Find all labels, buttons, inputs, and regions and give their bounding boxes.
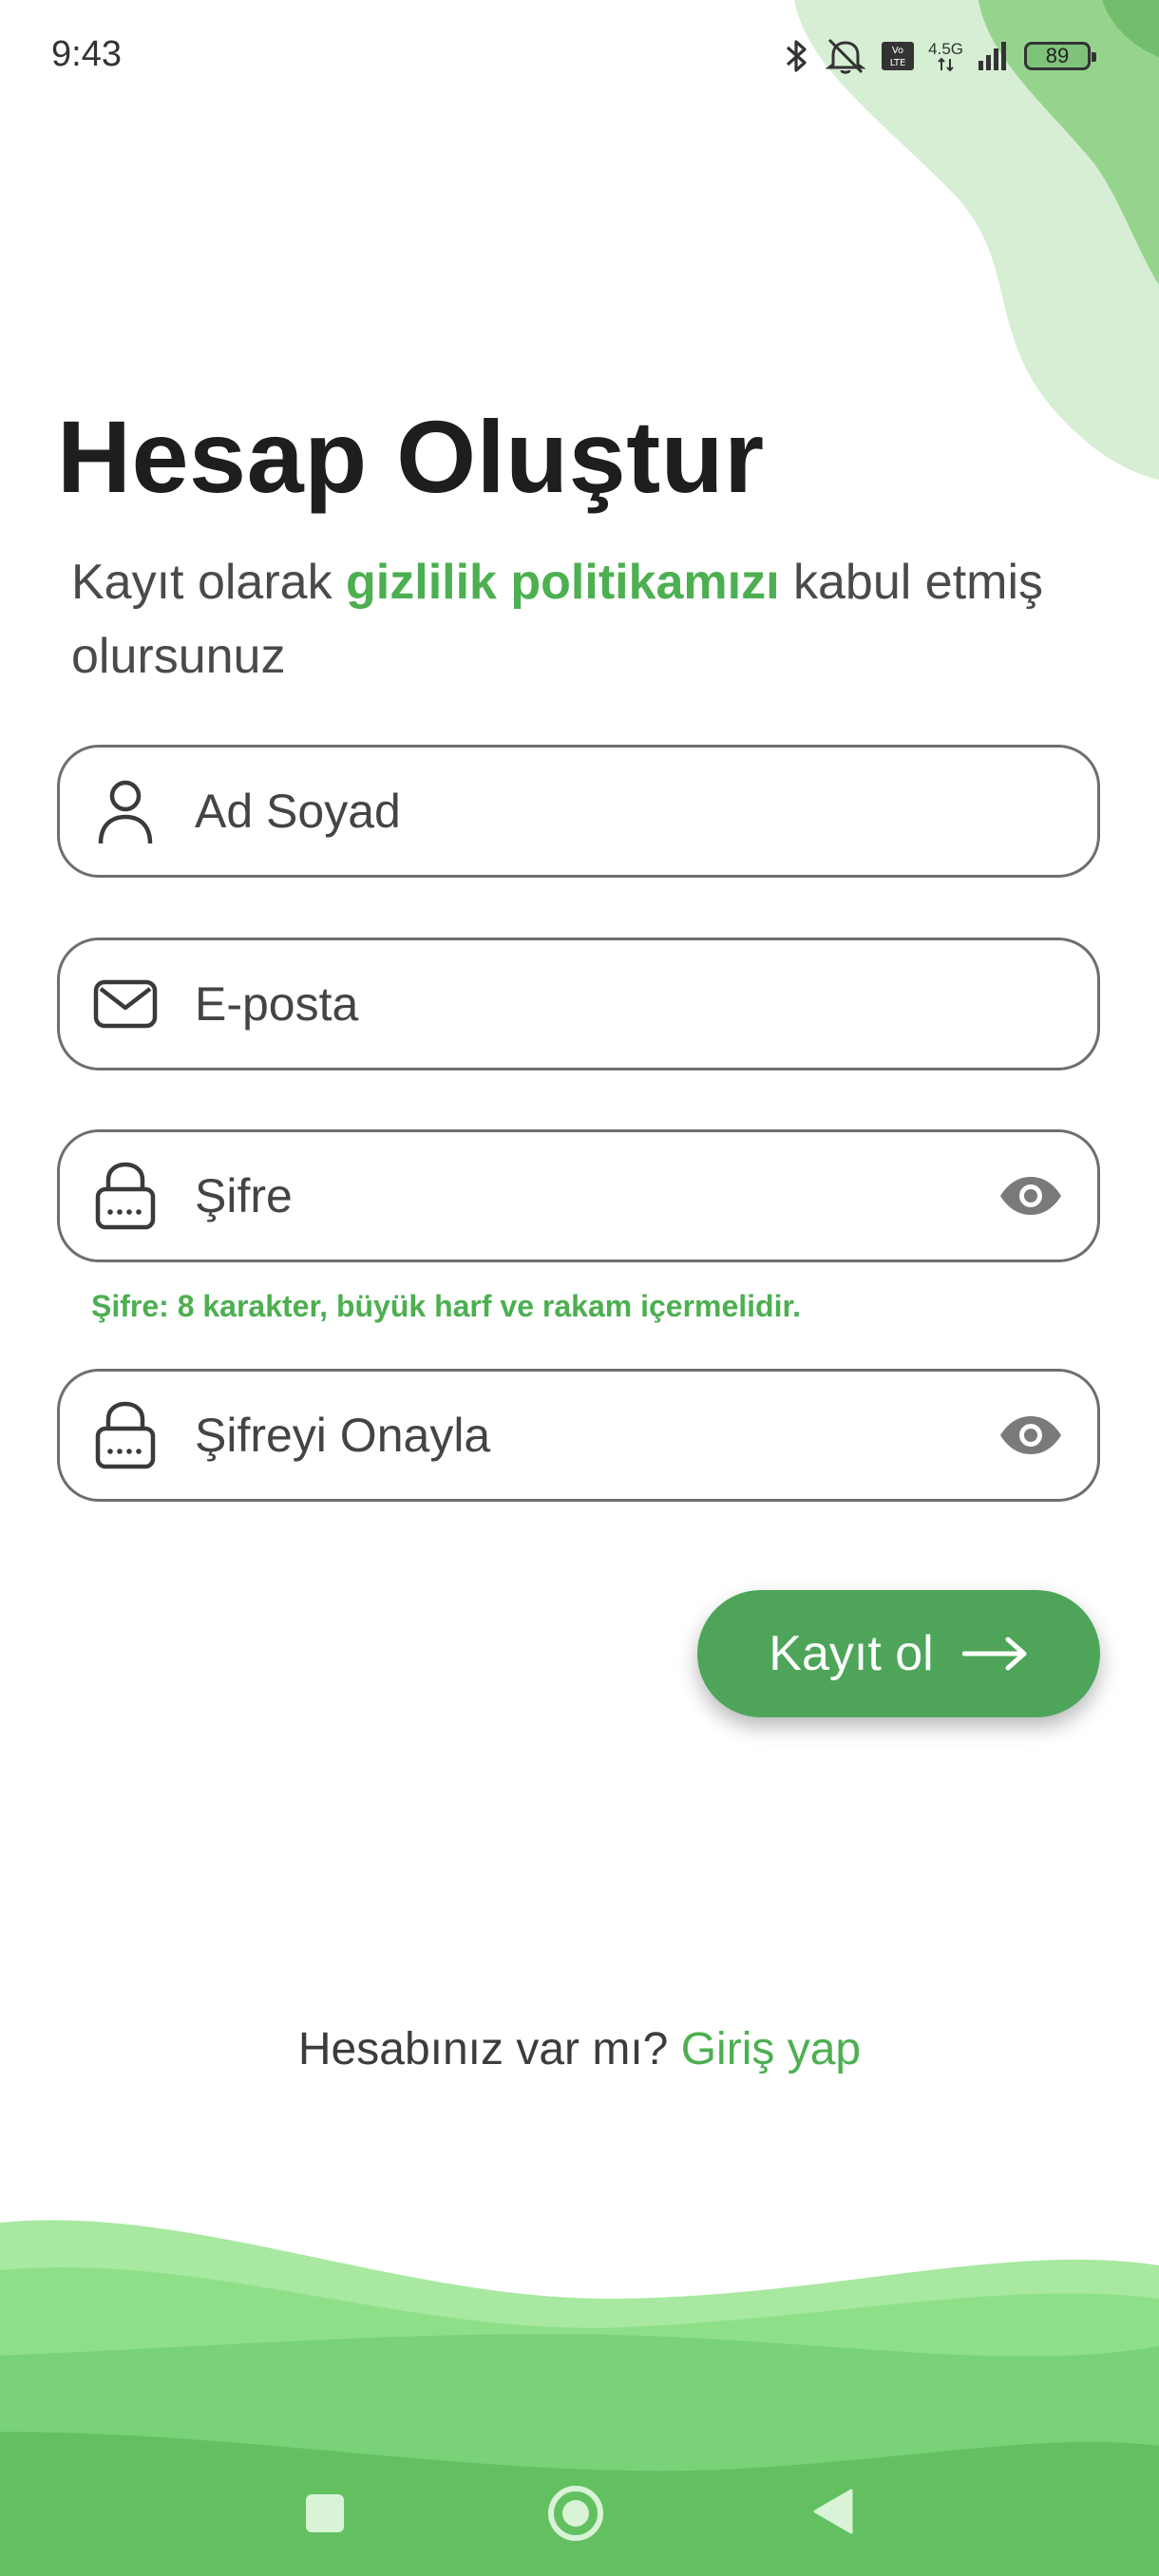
signal-icon	[978, 42, 1006, 70]
confirm-password-field[interactable]: Şifreyi Onayla	[57, 1369, 1100, 1502]
login-question: Hesabınız var mı?	[297, 2024, 681, 2074]
privacy-policy-link[interactable]: gizlilik politikamızı	[346, 555, 780, 610]
back-icon[interactable]	[804, 2483, 861, 2540]
name-placeholder: Ad Soyad	[195, 785, 401, 838]
page-title: Hesap Oluştur	[57, 399, 765, 514]
svg-text:Vo: Vo	[892, 46, 903, 56]
person-icon	[92, 778, 159, 844]
confirm-password-placeholder: Şifreyi Onayla	[195, 1409, 491, 1462]
register-button[interactable]: Kayıt ol	[697, 1590, 1100, 1717]
email-placeholder: E-posta	[195, 977, 359, 1031]
svg-text:LTE: LTE	[890, 58, 906, 68]
name-field[interactable]: Ad Soyad	[57, 745, 1100, 878]
password-placeholder: Şifre	[195, 1169, 293, 1222]
arrow-right-icon	[961, 1637, 1027, 1671]
email-field[interactable]: E-posta	[57, 938, 1100, 1070]
silent-bell-icon	[825, 38, 866, 74]
network-indicator: 4.5G	[928, 41, 963, 72]
subtitle-prefix: Kayıt olarak	[71, 555, 347, 610]
data-arrows-icon	[937, 57, 954, 71]
login-prompt: Hesabınız var mı? Giriş yap	[0, 2023, 1159, 2075]
status-bar: 9:43 Vo LTE 4.5G 89	[0, 0, 1159, 114]
lock-icon	[92, 1401, 159, 1469]
lock-icon	[92, 1162, 159, 1230]
subtitle: Kayıt olarak gizlilik politikamızı kabul…	[71, 545, 1116, 693]
bluetooth-icon	[787, 40, 807, 72]
battery-icon: 89	[1024, 42, 1096, 70]
password-field[interactable]: Şifre	[57, 1129, 1100, 1262]
register-button-label: Kayıt ol	[769, 1626, 934, 1681]
background-waves	[0, 0, 1159, 2576]
status-icons: Vo LTE 4.5G 89	[784, 32, 1096, 80]
eye-icon[interactable]	[997, 1162, 1065, 1230]
login-link[interactable]: Giriş yap	[681, 2024, 861, 2074]
status-time: 9:43	[51, 34, 122, 74]
mail-icon	[92, 971, 159, 1037]
navigation-bar	[0, 2451, 1159, 2576]
network-type: 4.5G	[928, 39, 963, 58]
eye-icon[interactable]	[997, 1401, 1065, 1469]
volte-icon: Vo LTE	[882, 42, 915, 70]
recents-icon[interactable]	[296, 2485, 353, 2542]
home-icon[interactable]	[545, 2483, 606, 2544]
password-hint: Şifre: 8 karakter, büyük harf ve rakam i…	[91, 1289, 802, 1323]
battery-level: 89	[1045, 44, 1070, 67]
